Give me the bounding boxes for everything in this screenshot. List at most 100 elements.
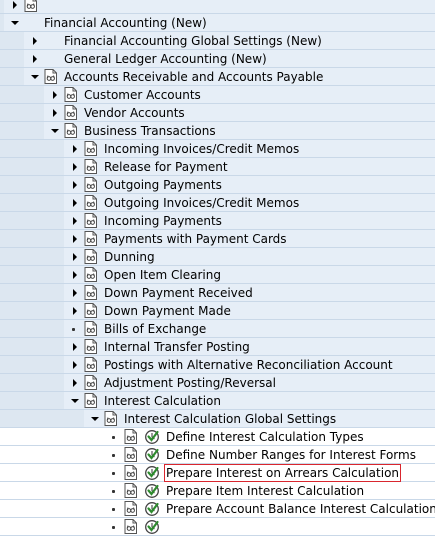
tree-node[interactable]: Down Payment Made [0,302,435,320]
expand-arrow-icon[interactable] [70,374,80,392]
documentation-icon[interactable] [124,429,137,444]
documentation-icon[interactable] [84,195,97,210]
collapse-arrow-icon[interactable] [10,14,20,32]
node-label[interactable]: Accounts Receivable and Accounts Payable [64,68,323,86]
documentation-icon[interactable] [64,105,77,120]
collapse-arrow-icon[interactable] [90,410,100,428]
tree-node[interactable]: Interest Calculation [0,392,435,410]
node-label[interactable]: Interest Calculation [104,392,221,410]
execute-clock-icon[interactable] [144,447,160,463]
documentation-icon[interactable] [84,375,97,390]
tree-node[interactable]: Prepare Item Interest Calculation [0,482,435,500]
expand-arrow-icon[interactable] [70,338,80,356]
documentation-icon[interactable] [84,267,97,282]
selected-node-label[interactable]: Prepare Interest on Arrears Calculation [163,464,402,482]
node-label[interactable]: Payments with Payment Cards [104,230,287,248]
documentation-icon[interactable] [84,249,97,264]
node-label[interactable]: Prepare Account Balance Interest Calcula… [166,500,435,518]
node-label[interactable]: General Ledger Accounting (New) [64,50,267,68]
node-label[interactable]: Define Number Ranges for Interest Forms [166,446,416,464]
expand-arrow-icon[interactable] [70,284,80,302]
expand-arrow-icon[interactable] [70,266,80,284]
documentation-icon[interactable] [84,339,97,354]
tree-node[interactable]: Incoming Invoices/Credit Memos [0,140,435,158]
expand-arrow-icon[interactable] [30,32,40,50]
expand-arrow-icon[interactable] [70,356,80,374]
expand-arrow-icon[interactable] [70,248,80,266]
execute-clock-icon[interactable] [144,465,160,481]
documentation-icon[interactable] [84,213,97,228]
documentation-icon[interactable] [104,411,117,426]
expand-arrow-icon[interactable] [50,86,60,104]
node-label[interactable]: Dunning [104,248,155,266]
documentation-icon[interactable] [84,393,97,408]
tree-node[interactable]: General Ledger Accounting (New) [0,50,435,68]
collapse-arrow-icon[interactable] [70,392,80,410]
tree-node[interactable]: Payments with Payment Cards [0,230,435,248]
node-label[interactable]: Outgoing Invoices/Credit Memos [104,194,299,212]
documentation-icon[interactable] [44,69,57,84]
documentation-icon[interactable] [124,483,137,498]
node-label[interactable]: Outgoing Payments [104,176,222,194]
tree-node[interactable]: Define Interest Calculation Types [0,428,435,446]
expand-arrow-icon[interactable] [30,50,40,68]
tree-node[interactable]: Outgoing Invoices/Credit Memos [0,194,435,212]
node-label[interactable]: Down Payment Received [104,284,253,302]
documentation-icon[interactable] [124,465,137,480]
node-label[interactable]: Postings with Alternative Reconciliation… [104,356,393,374]
expand-arrow-icon[interactable] [70,230,80,248]
tree-node[interactable]: Postings with Alternative Reconciliation… [0,356,435,374]
documentation-icon[interactable] [124,447,137,462]
node-label[interactable]: Financial Accounting Global Settings (Ne… [64,32,322,50]
tree-node[interactable]: Accounts Receivable and Accounts Payable [0,68,435,86]
tree-node[interactable] [0,0,435,14]
tree-node[interactable]: Vendor Accounts [0,104,435,122]
documentation-icon[interactable] [84,285,97,300]
tree-node[interactable]: Adjustment Posting/Reversal [0,374,435,392]
tree-node[interactable]: Incoming Payments [0,212,435,230]
documentation-icon[interactable] [124,519,137,534]
node-label[interactable]: Business Transactions [84,122,216,140]
tree-node[interactable]: Financial Accounting (New) [0,14,435,32]
node-label[interactable]: Customer Accounts [84,86,201,104]
tree-node[interactable]: Outgoing Payments [0,176,435,194]
documentation-icon[interactable] [84,159,97,174]
tree-node[interactable]: Business Transactions [0,122,435,140]
tree-node[interactable]: Prepare Account Balance Interest Calcula… [0,500,435,518]
node-label[interactable]: Bills of Exchange [104,320,206,338]
node-label[interactable]: Vendor Accounts [84,104,185,122]
node-label[interactable]: Financial Accounting (New) [44,14,207,32]
node-label[interactable]: Release for Payment [104,158,228,176]
tree-node[interactable] [0,518,435,536]
execute-clock-icon[interactable] [144,501,160,517]
documentation-icon[interactable] [64,123,77,138]
expand-arrow-icon[interactable] [70,158,80,176]
tree-node[interactable]: Internal Transfer Posting [0,338,435,356]
documentation-icon[interactable] [84,357,97,372]
tree-node[interactable]: Bills of Exchange [0,320,435,338]
node-label[interactable]: Prepare Item Interest Calculation [166,482,364,500]
tree-node[interactable]: Open Item Clearing [0,266,435,284]
tree-node[interactable]: Down Payment Received [0,284,435,302]
tree-node[interactable]: Financial Accounting Global Settings (Ne… [0,32,435,50]
expand-arrow-icon[interactable] [70,176,80,194]
execute-clock-icon[interactable] [144,483,160,499]
tree-node[interactable]: Define Number Ranges for Interest Forms [0,446,435,464]
expand-arrow-icon[interactable] [70,212,80,230]
expand-arrow-icon[interactable] [50,104,60,122]
documentation-icon[interactable] [84,303,97,318]
execute-clock-icon[interactable] [144,429,160,445]
expand-arrow-icon[interactable] [70,194,80,212]
documentation-icon[interactable] [84,321,97,336]
collapse-arrow-icon[interactable] [30,68,40,86]
node-label[interactable]: Open Item Clearing [104,266,221,284]
tree-node[interactable]: Prepare Interest on Arrears Calculation [0,464,435,482]
tree-node[interactable]: Interest Calculation Global Settings [0,410,435,428]
documentation-icon[interactable] [84,177,97,192]
execute-clock-icon[interactable] [144,519,160,535]
tree-node[interactable]: Dunning [0,248,435,266]
documentation-icon[interactable] [24,0,37,12]
node-label[interactable]: Incoming Invoices/Credit Memos [104,140,299,158]
documentation-icon[interactable] [84,141,97,156]
node-label[interactable]: Internal Transfer Posting [104,338,250,356]
